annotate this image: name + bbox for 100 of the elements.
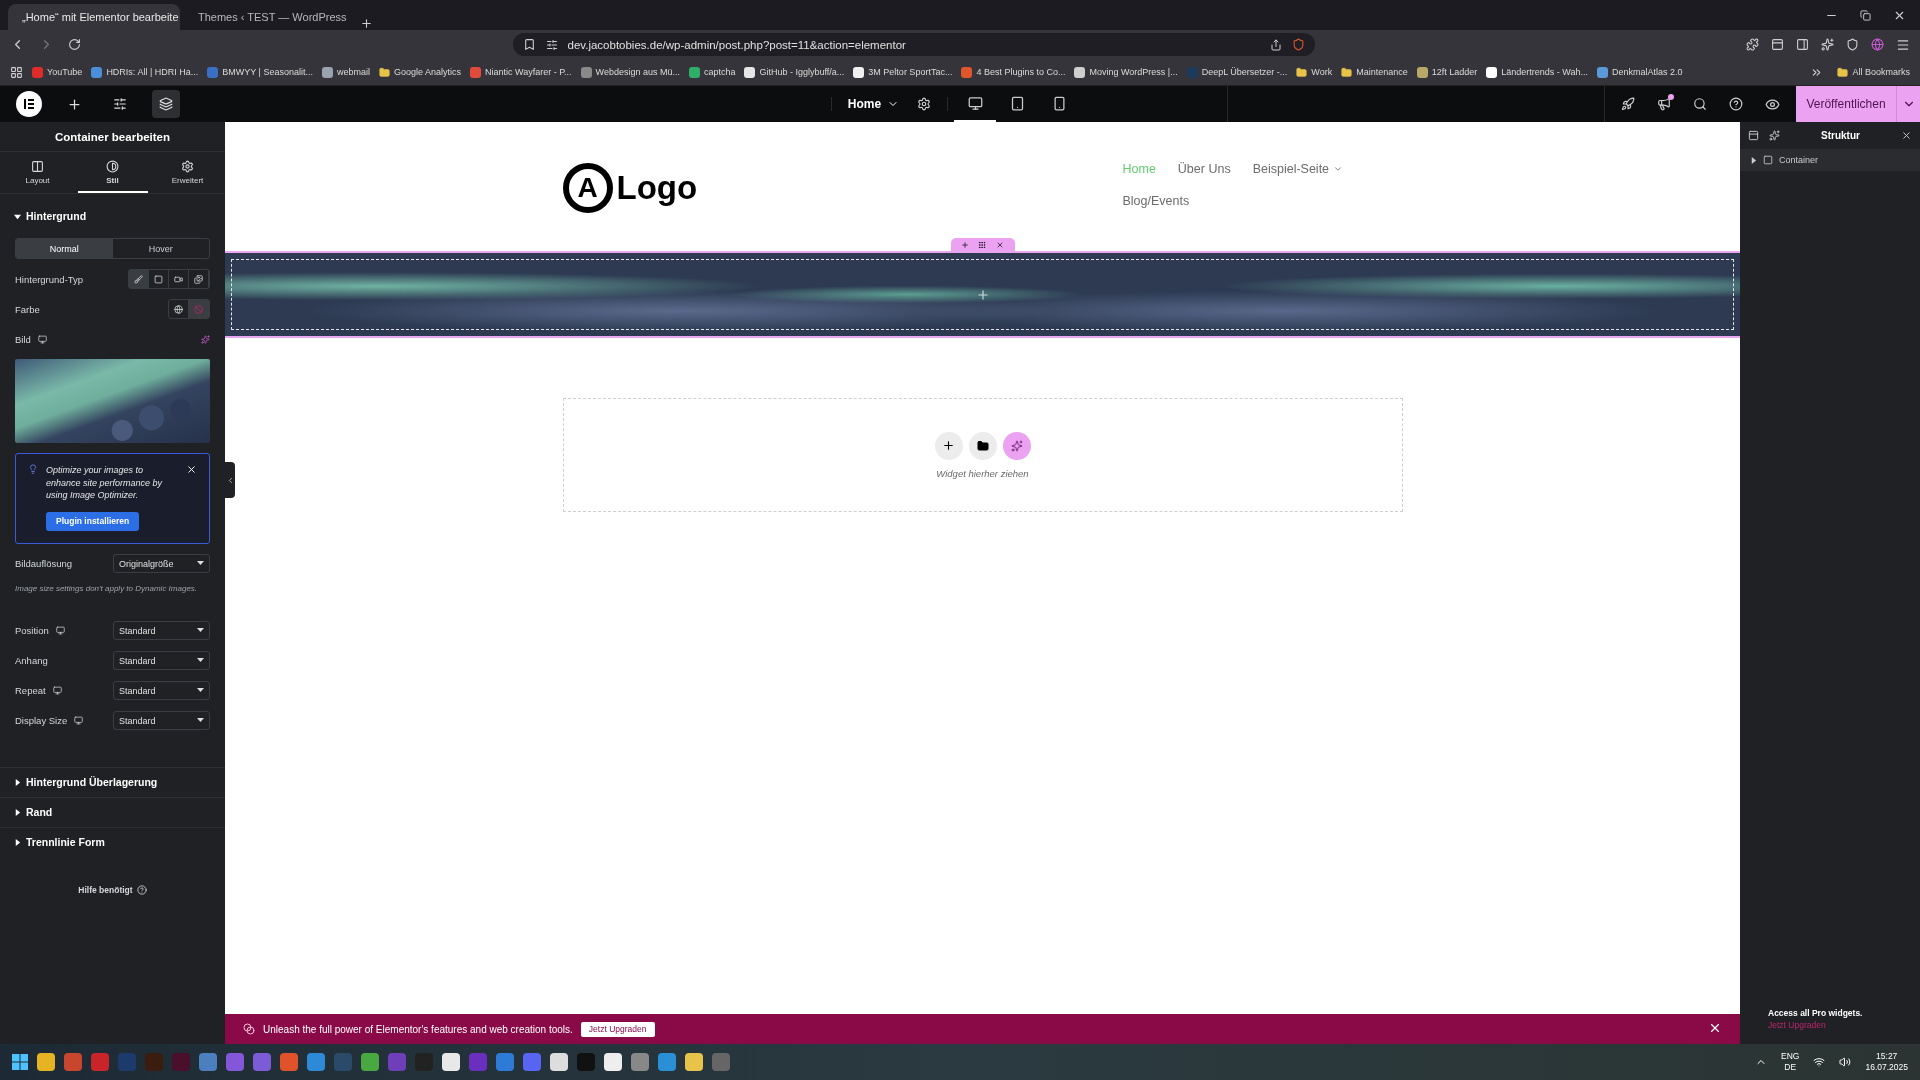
panel-icon[interactable] (1748, 130, 1759, 141)
bookmark-link[interactable]: Work (1296, 66, 1333, 78)
settings-icon[interactable] (917, 97, 932, 111)
help-icon[interactable] (1729, 97, 1743, 111)
volume-icon[interactable] (1839, 1056, 1852, 1068)
select-field[interactable]: Originalgröße (113, 554, 210, 574)
nav-link[interactable]: Blog/Events (1122, 194, 1190, 208)
container-icon (1763, 155, 1773, 165)
bookmark-link[interactable]: DeepL Übersetzer -... (1186, 66, 1288, 78)
bookmark-link[interactable]: DenkmalAtlas 2.0 (1597, 66, 1683, 78)
site-logo[interactable]: A Logo (562, 160, 698, 216)
bookmark-link[interactable]: Maintenance (1341, 66, 1408, 78)
select-field[interactable]: Standard (113, 621, 210, 641)
color-swatch[interactable] (189, 300, 209, 318)
panel-tab[interactable]: Layout (2, 152, 73, 193)
bookmark-link[interactable]: Webdesign aus Mü... (580, 66, 680, 78)
reload-icon[interactable] (68, 38, 81, 51)
container-handle[interactable] (950, 238, 1015, 251)
page-selector[interactable]: Home (847, 97, 900, 111)
close-icon[interactable] (1708, 1021, 1722, 1035)
sidebar-icon[interactable] (1796, 37, 1809, 52)
close-icon[interactable] (1901, 130, 1912, 141)
search-icon[interactable] (1693, 97, 1707, 111)
clock[interactable]: 15:27 16.07.2025 (1865, 1050, 1908, 1074)
collapse-panel-handle[interactable] (225, 462, 235, 498)
tree-item[interactable]: Container (1740, 149, 1920, 171)
browser-tab[interactable]: Themes ‹ TEST — WordPress (184, 4, 356, 30)
bookmark-link[interactable]: Ländertrends - Wah... (1486, 66, 1588, 78)
taskbar-app-icon[interactable] (442, 1053, 460, 1071)
template-button[interactable] (968, 431, 997, 460)
folder-icon (1837, 66, 1849, 78)
upgrade-button[interactable]: Jetzt Upgraden (580, 1021, 655, 1037)
bookmark-link[interactable]: BMWYY | Seasonalit... (207, 66, 313, 78)
menu-icon[interactable] (1896, 37, 1910, 52)
taskbar-app-icon[interactable] (37, 1053, 55, 1071)
keyboard-language[interactable]: ENG DE (1781, 1050, 1800, 1074)
extensions-icon[interactable] (1746, 37, 1759, 52)
sparkle-icon[interactable] (1821, 37, 1834, 52)
bookmark-link[interactable]: 3M Peltor SportTac... (853, 66, 953, 78)
panel-tab[interactable]: Stil (77, 152, 148, 193)
bookmark-link[interactable]: YouTube (32, 66, 83, 78)
state-toggle[interactable]: Normal (16, 239, 113, 258)
panel-tab[interactable]: Erweitert (152, 152, 223, 193)
photo-placeholder[interactable] (225, 251, 1740, 338)
bookmark-link[interactable]: HDRIs: All | HDRI Ha... (91, 66, 199, 78)
bookmark-link[interactable]: webmail (321, 66, 370, 78)
windows-start-icon[interactable] (12, 1054, 28, 1070)
bookmark-link[interactable]: Niantic Wayfarer - P... (470, 66, 572, 78)
publish-button[interactable]: Veröffentlichen (1796, 86, 1896, 122)
close-icon[interactable] (186, 464, 197, 475)
bookmark-link[interactable]: 12ft Ladder (1416, 66, 1478, 78)
install-plugin-button[interactable]: Plugin installieren (46, 511, 140, 531)
taskbar-app-icon[interactable] (631, 1053, 649, 1071)
bookmark-link[interactable]: Moving WordPress |... (1074, 66, 1178, 78)
rocket-icon[interactable] (1621, 97, 1635, 111)
screen-icon[interactable] (1771, 37, 1784, 52)
ai-button[interactable] (1002, 431, 1031, 460)
network-icon[interactable] (1813, 1056, 1826, 1068)
taskbar-app-icon[interactable] (658, 1053, 676, 1071)
brush-icon[interactable] (129, 270, 149, 288)
desktop-icon (74, 716, 84, 726)
bookmark-link[interactable]: GitHub - Igglybuff/a... (744, 66, 845, 78)
add-icon[interactable] (961, 240, 970, 249)
select-field[interactable]: Standard (113, 711, 210, 731)
browser-tab[interactable]: „Home“ mit Elementor bearbeite (8, 4, 180, 30)
drag-handle-icon[interactable] (978, 240, 987, 249)
apps-grid-icon[interactable] (10, 65, 23, 79)
bookmark-link[interactable]: Google Analytics (378, 66, 461, 78)
contrast-icon (106, 160, 119, 173)
structure-layers-icon[interactable] (152, 90, 180, 118)
new-tab-icon[interactable] (360, 17, 373, 30)
caret-icon (197, 628, 204, 634)
state-toggle[interactable]: Hover (112, 239, 209, 258)
taskbar-app-icon[interactable] (604, 1053, 622, 1071)
taskbar-app-icon[interactable] (550, 1053, 568, 1071)
select-field[interactable]: Standard (113, 681, 210, 701)
bookmark-folder[interactable]: All Bookmarks (1837, 65, 1910, 79)
nav-link[interactable]: Über Uns (1177, 162, 1231, 176)
drop-hint: Widget hierher ziehen (936, 467, 1029, 479)
taskbar-app-icon[interactable] (361, 1053, 379, 1071)
taskbar-app-icon[interactable] (280, 1053, 298, 1071)
taskbar-app-icon[interactable] (307, 1053, 325, 1071)
photo-placeholder[interactable] (15, 359, 210, 443)
shield-icon[interactable] (1846, 37, 1859, 52)
section-header[interactable]: Hintergrund (0, 194, 225, 238)
address-bar[interactable]: dev.jacobtobies.de/wp-admin/post.php?post=11&action=elementor (512, 33, 1315, 56)
taskbar-app-icon[interactable] (685, 1053, 703, 1071)
globe-icon[interactable] (1871, 37, 1884, 52)
help-link[interactable]: Hilfe benötigt (0, 856, 225, 895)
nav-link[interactable]: Beispiel-Seite (1252, 162, 1344, 176)
restore-icon[interactable] (1860, 9, 1871, 21)
select-field[interactable]: Standard (113, 651, 210, 671)
bookmark-link[interactable]: 4 Best Plugins to Co... (961, 66, 1066, 78)
sparkle-icon[interactable] (1769, 130, 1780, 141)
bookmark-link[interactable]: captcha (688, 66, 736, 78)
desktop-icon (55, 626, 65, 636)
megaphone-icon[interactable] (1657, 97, 1671, 111)
preview-eye-icon[interactable] (1765, 96, 1780, 112)
elementor-logo[interactable] (16, 91, 42, 117)
caret-icon (197, 658, 204, 664)
